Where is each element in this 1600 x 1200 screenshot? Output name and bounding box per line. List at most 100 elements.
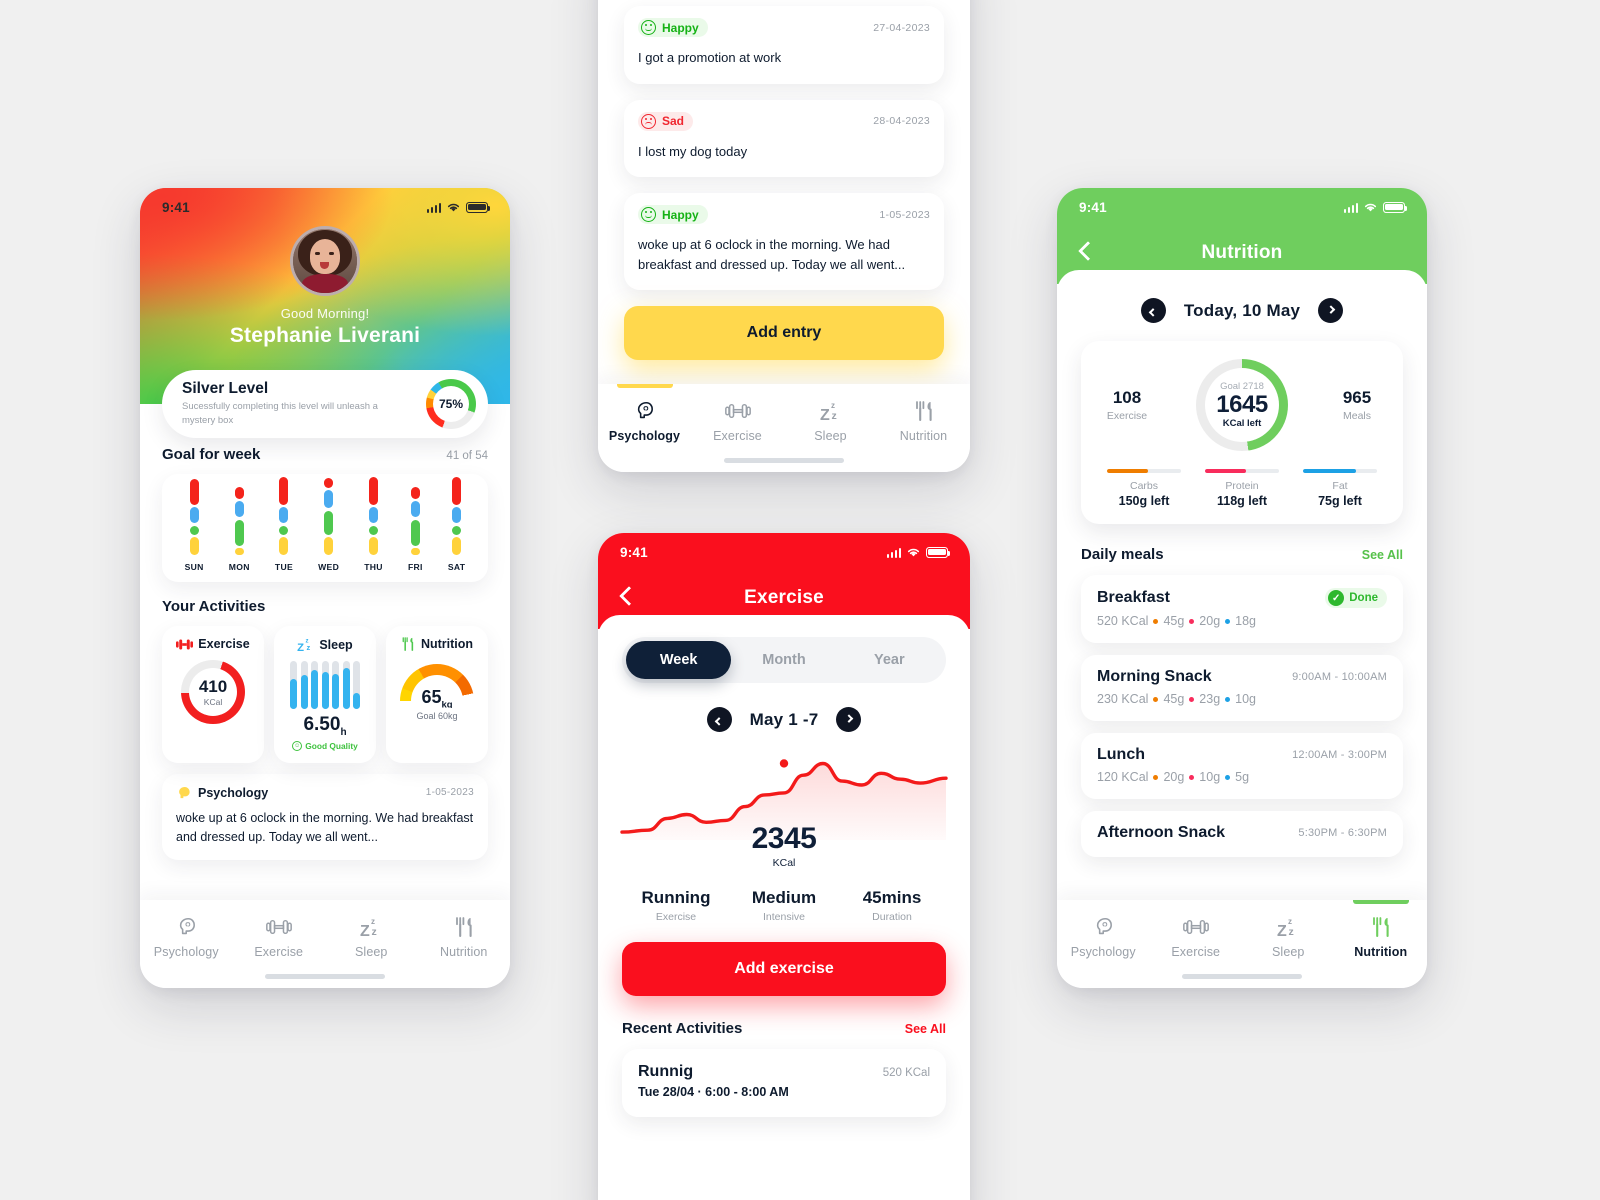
macro-key: Fat <box>1332 480 1348 492</box>
see-all-link[interactable]: See All <box>905 1022 946 1036</box>
page-title: Nutrition <box>1201 242 1283 263</box>
goal-bar-label: SAT <box>447 562 466 572</box>
activity-card-exercise[interactable]: Exercise 410 KCal <box>162 626 264 763</box>
goal-bar-column: FRI <box>408 486 423 572</box>
mood-entry-card[interactable]: Happy 27-04-2023 I got a promotion at work <box>624 6 944 84</box>
goal-bar-label: TUE <box>274 562 293 572</box>
activity-label: Exercise <box>198 637 250 651</box>
level-subtitle: Sucessfully completing this level will u… <box>182 401 378 426</box>
back-button[interactable] <box>1081 244 1099 262</box>
tab-label: Exercise <box>713 429 762 443</box>
meal-card[interactable]: Afternoon Snack 5:30PM - 6:30PM <box>1081 811 1403 857</box>
smile-icon: ☺ <box>292 740 303 751</box>
page-title: Exercise <box>744 587 824 608</box>
tab-nutrition[interactable]: Nutrition <box>418 914 511 959</box>
sleep-bar-fill <box>353 692 360 709</box>
fork-knife-icon <box>1371 914 1391 940</box>
range-segmented-control[interactable]: Week Month Year <box>622 637 946 683</box>
home-indicator <box>724 458 844 463</box>
tab-exercise[interactable]: Exercise <box>233 914 326 959</box>
tab-exercise[interactable]: Exercise <box>691 398 784 443</box>
status-label: Done <box>1349 592 1378 604</box>
head-brain-icon <box>633 398 656 424</box>
goal-bar-segment <box>234 519 244 546</box>
goal-bar-segment <box>410 548 420 555</box>
calorie-left-value: 1645 <box>1216 391 1268 419</box>
sleep-bar-fill <box>311 669 318 709</box>
meal-card[interactable]: Lunch 12:00AM - 3:00PM 120 KCal 20g 10g 5g <box>1081 733 1403 799</box>
prev-period-button[interactable] <box>706 707 732 732</box>
phone-psychology-screen: Happy 27-04-2023 I got a promotion at work… <box>598 0 970 472</box>
goal-bar-segment <box>369 537 379 555</box>
svg-text:Z: Z <box>1277 923 1287 938</box>
tab-nutrition[interactable]: Nutrition <box>877 398 970 443</box>
macro-row: Carbs 150g left Protein 118g left Fat 75g lef… <box>1095 469 1389 508</box>
tab-active-indicator <box>1352 900 1409 904</box>
avatar[interactable] <box>290 226 360 296</box>
weight-unit: kg <box>441 699 453 708</box>
next-day-button[interactable] <box>1318 298 1344 323</box>
fat-dot-icon <box>1225 774 1231 780</box>
goal-bar-label: SUN <box>184 562 204 572</box>
prev-day-button[interactable] <box>1140 298 1166 323</box>
daily-meals-title: Daily meals <box>1081 546 1164 563</box>
activity-card-sleep[interactable]: z Z z Sleep 6.50h ☺ Good Quality <box>274 626 376 763</box>
weight-goal: Goal 60kg <box>416 711 458 721</box>
tab-label: Psychology <box>608 429 681 443</box>
home-indicator <box>1182 974 1302 979</box>
tab-psychology[interactable]: Psychology <box>1057 914 1150 959</box>
sleep-bar-chart <box>290 661 360 709</box>
tab-sleep[interactable]: z Zz Sleep <box>1242 914 1335 959</box>
meal-fat: 5g <box>1235 770 1250 784</box>
activity-card-nutrition[interactable]: Nutrition 65kg Goal 60kg <box>386 626 488 763</box>
sleep-bar <box>321 661 329 709</box>
add-entry-button[interactable]: Add entry <box>624 306 944 360</box>
back-button[interactable] <box>622 589 640 607</box>
range-option-week[interactable]: Week <box>626 641 732 679</box>
goal-bar-segment <box>189 478 199 505</box>
meal-card[interactable]: Morning Snack 9:00AM - 10:00AM 230 KCal 45g… <box>1081 655 1403 721</box>
meal-fat: 18g <box>1235 614 1257 628</box>
meal-macros: 120 KCal 20g 10g 5g <box>1097 770 1387 784</box>
next-period-button[interactable] <box>836 707 862 732</box>
range-option-month[interactable]: Month <box>731 641 836 679</box>
level-title: Silver Level <box>182 380 269 398</box>
meal-name: Afternoon Snack <box>1097 824 1226 841</box>
svg-text:z: z <box>831 410 836 422</box>
carbs-dot-icon <box>1153 618 1159 624</box>
tab-psychology[interactable]: Psychology <box>140 914 233 959</box>
goal-bar-segment <box>410 501 420 517</box>
fork-knife-icon <box>454 914 474 940</box>
svg-text:z: z <box>371 917 375 926</box>
cellular-signal-icon <box>886 547 901 558</box>
see-all-link[interactable]: See All <box>1362 548 1403 562</box>
tab-psychology[interactable]: Psychology <box>598 384 691 443</box>
tab-sleep[interactable]: z Zz Sleep <box>325 914 418 959</box>
goal-bar-segment <box>189 525 199 535</box>
tab-nutrition[interactable]: Nutrition <box>1335 900 1428 959</box>
journal-date: 1-05-2023 <box>425 787 474 799</box>
daily-meals-header: Daily meals See All <box>1081 546 1403 563</box>
add-exercise-button[interactable]: Add exercise <box>622 942 946 996</box>
tab-sleep[interactable]: z Zz Sleep <box>784 398 877 443</box>
mood-entry-card[interactable]: Sad 28-04-2023 I lost my dog today <box>624 99 944 177</box>
activity-label: Nutrition <box>420 637 474 651</box>
recent-activity-item[interactable]: Runnig 520 KCal Tue 28/04 · 6:00 - 8:00 AM <box>622 1049 946 1117</box>
dumbbell-icon <box>265 914 292 940</box>
exercise-stat-value: Medium <box>751 888 817 907</box>
journal-card[interactable]: Psychology 1-05-2023 woke up at 6 oclock… <box>162 773 488 861</box>
fork-knife-icon <box>914 398 934 424</box>
meal-card[interactable]: Breakfast ✓ Done 520 KCal 45g 20g 18g <box>1081 575 1403 643</box>
tab-exercise[interactable]: Exercise <box>1150 914 1243 959</box>
meal-time: 9:00AM - 10:00AM <box>1292 671 1387 683</box>
goal-bar-segment <box>279 507 289 523</box>
exercise-stat: 45mins Duration <box>838 888 946 923</box>
mood-entry-card[interactable]: Happy 1-05-2023 woke up at 6 oclock in the… <box>624 193 944 290</box>
macro-key: Protein <box>1225 480 1259 492</box>
range-option-year[interactable]: Year <box>837 641 942 679</box>
goal-bar-segment <box>410 486 420 499</box>
exercise-stat-key: Exercise <box>1106 410 1148 422</box>
level-card[interactable]: Silver Level Sucessfully completing this… <box>162 370 488 438</box>
date-navigator: Today, 10 May <box>1081 298 1403 323</box>
smiley-happy-icon <box>641 207 656 222</box>
